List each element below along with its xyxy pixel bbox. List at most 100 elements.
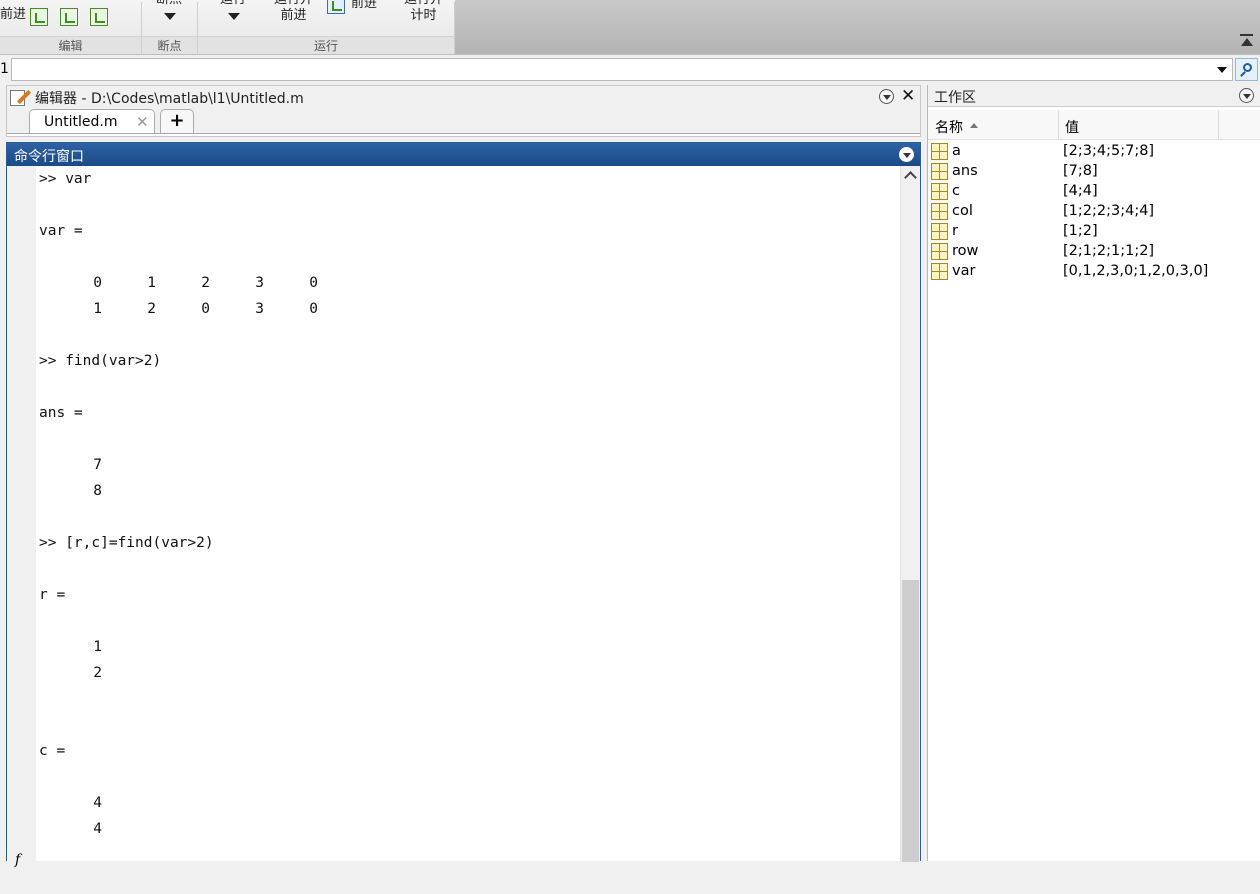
matrix-row: 2 (39, 660, 102, 686)
command-window-header: 命令行窗口 (7, 143, 920, 166)
tab-label: Untitled.m (44, 114, 118, 130)
matrix-cell: 2 (147, 301, 156, 317)
matrix-cell: 0 (201, 301, 210, 317)
variable-name: row (952, 243, 979, 259)
indent-icon[interactable] (60, 8, 78, 26)
variable-name: var (952, 263, 976, 279)
command-line: >> [r,c]=find(var>2) (39, 535, 214, 551)
run-and-time-line2: 计时 (410, 8, 437, 23)
comment-icon[interactable] (30, 8, 48, 26)
column-header-name[interactable]: 名称 (935, 117, 963, 137)
scrollbar-thumb[interactable] (902, 580, 919, 862)
matrix-row: 1 2 0 3 0 (39, 296, 318, 322)
run-and-advance-button[interactable]: 运行并 前进 (274, 0, 313, 24)
address-prefix: 1 (0, 61, 9, 77)
run-button[interactable]: 运行 (220, 0, 246, 8)
workspace-variable-row[interactable]: col [1;2;2;3;4;4] (928, 202, 1258, 222)
matrix-cell: 4 (93, 795, 102, 811)
output-line: ans = (39, 405, 83, 421)
command-output[interactable]: >> var var = 0 1 2 3 0 1 2 0 3 0 >> find… (39, 166, 899, 862)
variable-name: a (952, 143, 961, 159)
matrix-cell: 0 (309, 275, 318, 291)
matrix-cell: 8 (93, 483, 102, 499)
matrix-cell: 4 (93, 821, 102, 837)
command-gutter: f (7, 166, 36, 868)
run-and-time-line1: 运行并 (404, 0, 443, 8)
variable-name: col (952, 203, 973, 219)
tab-untitled-m[interactable]: Untitled.m ✕ (29, 109, 155, 134)
matrix-cell: 2 (93, 665, 102, 681)
workspace-variable-row[interactable]: c [4;4] (928, 182, 1258, 202)
workspace-variable-row[interactable]: ans [7;8] (928, 162, 1258, 182)
matrix-row: 4 (39, 790, 102, 816)
matrix-row: 8 (39, 478, 102, 504)
group-label-edit: 编辑 (0, 36, 141, 54)
output-line: c = (39, 743, 66, 759)
matrix-variable-icon (931, 163, 948, 180)
search-button[interactable] (1235, 58, 1258, 81)
column-divider[interactable] (1058, 110, 1059, 140)
matrix-cell: 1 (147, 275, 156, 291)
matrix-cell: 7 (93, 457, 102, 473)
run-and-time-button[interactable]: 运行并 计时 (404, 0, 443, 24)
new-tab-button[interactable]: + (160, 109, 194, 133)
command-line: >> find(var>2) (39, 353, 162, 369)
editor-close-icon[interactable]: ✕ (901, 86, 915, 106)
command-window-title: 命令行窗口 (14, 149, 84, 165)
command-window-actions-icon[interactable] (899, 147, 914, 162)
advance-icon[interactable] (327, 0, 345, 14)
workspace-panel: 工作区 名称 值 a [2;3;4;5;7;8] ans [7;8] c [4;… (927, 85, 1260, 861)
workspace-actions-icon[interactable] (1239, 88, 1254, 103)
editor-panel: 编辑器 - D:\Codes\matlab\l1\Untitled.m ✕ Un… (6, 85, 921, 137)
workspace-title: 工作区 (934, 90, 976, 106)
matrix-cell: 3 (255, 275, 264, 291)
advance-fragment-label[interactable]: 前进 (0, 7, 26, 23)
workspace-variable-row[interactable]: row [2;1;2;1;1;2] (928, 242, 1258, 262)
breakpoints-label[interactable]: 断点 (156, 0, 182, 8)
column-header-value[interactable]: 值 (1065, 117, 1079, 137)
editor-title: 编辑器 - D:\Codes\matlab\l1\Untitled.m (35, 91, 304, 107)
matrix-row: 1 (39, 634, 102, 660)
output-line: var = (39, 223, 83, 239)
editor-content-strip (7, 133, 920, 136)
workspace-table-header: 名称 值 (928, 110, 1260, 140)
workspace-variable-row[interactable]: a [2;3;4;5;7;8] (928, 142, 1258, 162)
matrix-variable-icon (931, 223, 948, 240)
variable-value: [2;1;2;1;1;2] (1063, 243, 1155, 259)
workspace-variable-row[interactable]: var [0,1,2,3,0;1,2,0,3,0] (928, 262, 1258, 282)
search-icon-handle (1240, 71, 1246, 77)
advance-button[interactable]: 前进 (351, 0, 377, 12)
outdent-icon[interactable] (90, 8, 108, 26)
variable-value: [2;3;4;5;7;8] (1063, 143, 1155, 159)
toolstrip: 前进 编辑 断点 断点 运行 运行并 前进 前进 运行并 计时 运行 (0, 0, 1260, 55)
command-line: >> var (39, 171, 92, 187)
toolstrip-empty-area (455, 0, 1260, 54)
matrix-cell: 1 (93, 301, 102, 317)
matrix-variable-icon (931, 143, 948, 160)
current-folder-input[interactable] (11, 58, 1233, 81)
editor-actions-dropdown-icon[interactable] (879, 89, 894, 104)
scroll-up-icon[interactable] (904, 171, 917, 184)
variable-value: [7;8] (1063, 163, 1098, 179)
tab-close-icon[interactable]: ✕ (136, 113, 149, 131)
output-line: r = (39, 587, 66, 603)
matrix-cell: 3 (255, 301, 264, 317)
matrix-cell: 0 (309, 301, 318, 317)
variable-name: ans (952, 163, 978, 179)
matrix-row: 4 (39, 816, 102, 842)
run-and-advance-line1: 运行并 (274, 0, 313, 8)
address-dropdown-icon[interactable] (1217, 67, 1227, 73)
collapse-toolstrip-icon[interactable] (1240, 34, 1253, 48)
sort-ascending-icon (970, 123, 978, 128)
group-label-breakpoints: 断点 (142, 36, 197, 54)
matrix-variable-icon (931, 203, 948, 220)
workspace-variable-row[interactable]: r [1;2] (928, 222, 1258, 242)
command-window: 命令行窗口 f >> var var = 0 1 2 3 0 1 2 0 3 0… (6, 142, 921, 868)
function-browser-icon[interactable]: f (15, 852, 20, 868)
run-dropdown-icon[interactable] (228, 13, 240, 20)
command-window-scrollbar[interactable] (900, 166, 920, 862)
variable-value: [1;2] (1063, 223, 1098, 239)
breakpoints-dropdown-icon[interactable] (164, 13, 176, 20)
column-divider[interactable] (1218, 110, 1219, 140)
matrix-variable-icon (931, 263, 948, 280)
